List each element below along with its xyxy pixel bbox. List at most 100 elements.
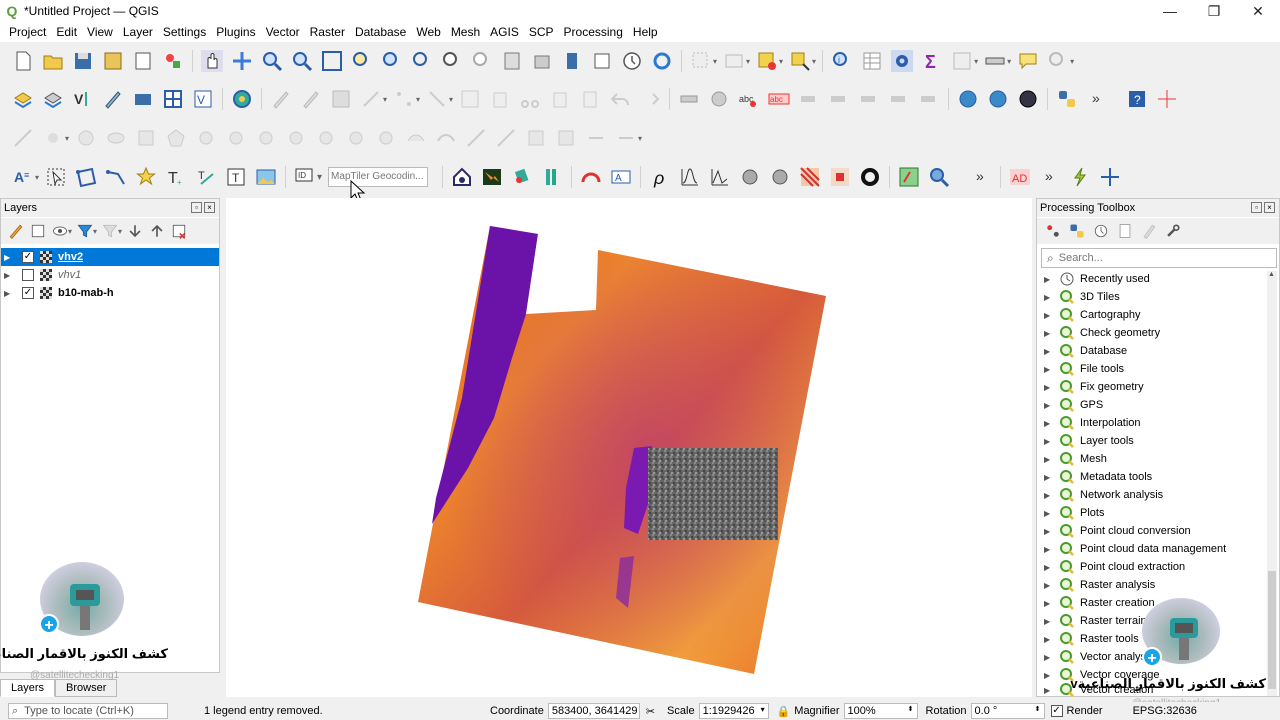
manage-visibility-icon[interactable]: [51, 222, 69, 240]
map-tools-icon[interactable]: [898, 166, 920, 188]
trim-extend-icon[interactable]: [615, 127, 637, 149]
menu-project[interactable]: Project: [4, 25, 51, 39]
annotation-text-icon[interactable]: T +: [165, 166, 187, 188]
new-project-icon[interactable]: [12, 50, 34, 72]
wms-search-icon[interactable]: [987, 88, 1009, 110]
split-features-icon[interactable]: [465, 127, 487, 149]
scp-plugin-icon[interactable]: [511, 166, 533, 188]
new-grid-icon[interactable]: [162, 88, 184, 110]
select-value-icon[interactable]: [723, 50, 745, 72]
field-calculator-icon[interactable]: [951, 50, 973, 72]
metasearch-icon[interactable]: [957, 88, 979, 110]
open-project-icon[interactable]: [42, 50, 64, 72]
toolbox-item[interactable]: ▶ Mesh: [1040, 450, 1107, 468]
add-group-icon[interactable]: [29, 222, 47, 240]
menu-vector[interactable]: Vector: [261, 25, 305, 39]
label-settings-icon[interactable]: [708, 88, 730, 110]
tab-browser[interactable]: Browser: [55, 679, 118, 697]
delete-selected-icon[interactable]: [489, 88, 511, 110]
locator-icon[interactable]: [1047, 50, 1069, 72]
zoom-last-icon[interactable]: [441, 50, 463, 72]
layer-item-vhv1[interactable]: ▶ vhv1: [1, 266, 219, 284]
toolbox-item[interactable]: ▶ Raster creation: [1040, 594, 1155, 612]
toolbox-item[interactable]: ▶ Vector analysis: [1040, 648, 1154, 666]
expand-arrow-icon[interactable]: ▶: [4, 271, 14, 280]
restore-button[interactable]: ❐: [1192, 0, 1236, 22]
action-settings-icon[interactable]: [891, 50, 914, 72]
add-crosshair-icon[interactable]: [1099, 166, 1121, 188]
snap-icon[interactable]: [42, 127, 64, 149]
menu-help[interactable]: Help: [628, 25, 663, 39]
results-viewer-icon[interactable]: [1116, 222, 1134, 240]
shape-circle-icon[interactable]: [75, 127, 97, 149]
split-parts-icon[interactable]: [495, 127, 517, 149]
annotation-textbox-icon[interactable]: T: [225, 166, 247, 188]
label-tool-icon[interactable]: [678, 88, 700, 110]
new-virtual-layer-icon[interactable]: V: [192, 88, 214, 110]
layer-visibility-checkbox[interactable]: ✓: [22, 251, 34, 263]
reshape-icon[interactable]: [405, 127, 427, 149]
pixel-grid-icon[interactable]: [829, 166, 851, 188]
geocoder-icon[interactable]: ID: [294, 166, 316, 188]
scrollbar-thumb[interactable]: [1268, 571, 1276, 689]
filter-legend-icon[interactable]: [76, 222, 94, 240]
rotation-field[interactable]: 0.0 ° ⬍: [970, 703, 1045, 719]
text-label-tool-icon[interactable]: A: [610, 166, 632, 188]
menu-processing[interactable]: Processing: [559, 25, 628, 39]
toolbox-item[interactable]: ▶ Point cloud conversion: [1040, 522, 1191, 540]
zoom-search-icon[interactable]: [928, 166, 950, 188]
offset-curve-icon[interactable]: [435, 127, 457, 149]
delete-ring-icon[interactable]: [345, 127, 367, 149]
toolbox-item[interactable]: ▶ Raster analysis: [1040, 576, 1155, 594]
toolbox-search-field[interactable]: ⌕ Search...: [1041, 248, 1277, 268]
toolbox-item[interactable]: ▶ 3D Tiles: [1040, 288, 1120, 306]
print-layout-icon[interactable]: [132, 50, 154, 72]
help-icon[interactable]: ?: [1126, 88, 1148, 110]
annotation-star-icon[interactable]: [135, 166, 157, 188]
toolbox-item[interactable]: ▶ Raster tools: [1040, 630, 1139, 648]
expand-arrow-icon[interactable]: ▶: [4, 289, 14, 298]
toolbox-item[interactable]: ▶ Database: [1040, 342, 1127, 360]
collapse-all-icon[interactable]: [148, 222, 166, 240]
save-edits-icon[interactable]: [330, 88, 352, 110]
label-show-icon[interactable]: [828, 88, 850, 110]
spinner-icon[interactable]: ⬍: [908, 705, 914, 717]
current-edits-icon[interactable]: [270, 88, 292, 110]
globe-icon[interactable]: [231, 88, 253, 110]
ring-tool-icon[interactable]: [859, 166, 881, 188]
new-map-view-icon[interactable]: [591, 50, 613, 72]
toolbox-item[interactable]: ▶ File tools: [1040, 360, 1124, 378]
more-plugins-2-chevron-icon[interactable]: »: [1039, 166, 1061, 188]
menu-mesh[interactable]: Mesh: [446, 25, 485, 39]
style-layer-icon[interactable]: [7, 222, 25, 240]
label-abc-icon[interactable]: abc: [738, 88, 760, 110]
temporal-controller-icon[interactable]: [621, 50, 643, 72]
crs-button[interactable]: EPSG:32636: [1133, 705, 1197, 717]
add-point-icon[interactable]: [360, 88, 382, 110]
annotation-line-icon[interactable]: [105, 166, 127, 188]
toggle-editing-icon[interactable]: [300, 88, 322, 110]
adv-digitize-icon[interactable]: [12, 127, 34, 149]
menu-database[interactable]: Database: [350, 25, 411, 39]
crosshair-icon[interactable]: [1156, 88, 1178, 110]
profile-peak-icon[interactable]: [679, 166, 701, 188]
zoom-selection-icon[interactable]: [351, 50, 373, 72]
checker-pattern-icon[interactable]: [799, 166, 821, 188]
toolbox-search-input[interactable]: Search...: [1059, 252, 1103, 264]
toolbox-item[interactable]: ▶ Interpolation: [1040, 414, 1141, 432]
fill-ring-icon[interactable]: [315, 127, 337, 149]
zoom-next-icon[interactable]: [471, 50, 493, 72]
attribute-table-icon[interactable]: [861, 50, 883, 72]
scripts-python-icon[interactable]: [1068, 222, 1086, 240]
close-panel-button[interactable]: ×: [1264, 202, 1275, 213]
expand-arrow-icon[interactable]: ▶: [4, 253, 14, 262]
merge-icon[interactable]: [525, 127, 547, 149]
add-vector-layer-icon[interactable]: [12, 88, 34, 110]
edit-features-inplace-icon[interactable]: [1140, 222, 1158, 240]
map-tips-icon[interactable]: [561, 50, 583, 72]
toolbox-item[interactable]: ▶ Point cloud extraction: [1040, 558, 1185, 576]
sar-tool-icon[interactable]: [739, 166, 761, 188]
rotate-feature-icon[interactable]: [195, 127, 217, 149]
toolbox-item[interactable]: ▶ Check geometry: [1040, 324, 1160, 342]
toolbox-item[interactable]: ▶ Raster terrain: [1040, 612, 1147, 630]
